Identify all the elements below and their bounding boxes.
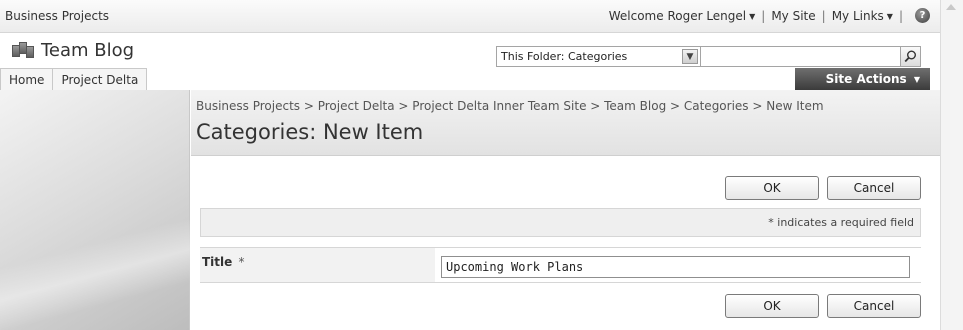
- scroll-up-arrow-icon[interactable]: [946, 4, 956, 10]
- my-site-link[interactable]: My Site: [771, 9, 815, 23]
- chevron-down-icon: ▼: [886, 11, 893, 21]
- separator: |: [898, 8, 903, 23]
- welcome-text: Welcome Roger Lengel: [608, 8, 747, 23]
- required-field-note: * indicates a required field: [200, 208, 921, 237]
- global-site-link[interactable]: Business Projects: [5, 9, 109, 23]
- search-icon[interactable]: [901, 46, 921, 67]
- my-links-menu[interactable]: My Links ▼: [832, 9, 893, 23]
- search-scope-select[interactable]: This Folder: Categories ▼: [496, 46, 701, 67]
- page-title-panel: Business Projects > Project Delta > Proj…: [191, 90, 940, 156]
- breadcrumb[interactable]: Business Projects > Project Delta > Proj…: [196, 99, 824, 113]
- title-area: Team Blog This Folder: Categories ▼: [0, 34, 940, 68]
- help-icon[interactable]: ?: [915, 8, 930, 23]
- sharepoint-page: Business Projects Welcome Roger Lengel ▼ …: [0, 0, 940, 330]
- title-form-row: Title * Upcoming Work Plans: [200, 247, 921, 283]
- separator: |: [821, 8, 826, 23]
- site-actions-label: Site Actions: [825, 72, 907, 86]
- title-input[interactable]: Upcoming Work Plans: [441, 256, 910, 278]
- global-navigation-bar: Business Projects Welcome Roger Lengel ▼ …: [0, 0, 940, 33]
- decorative-sheen: [0, 220, 190, 330]
- nav-tabs: Home Project Delta: [0, 68, 148, 90]
- ok-button-bottom[interactable]: OK: [725, 294, 819, 318]
- vertical-scrollbar[interactable]: [940, 0, 963, 330]
- required-asterisk: *: [238, 255, 245, 269]
- left-navigation-pane: [0, 90, 190, 330]
- cancel-button[interactable]: Cancel: [827, 176, 921, 200]
- title-field-label: Title *: [200, 248, 435, 282]
- ok-button[interactable]: OK: [725, 176, 819, 200]
- search-scope-value: This Folder: Categories: [501, 50, 628, 63]
- search-box: This Folder: Categories ▼: [496, 46, 921, 67]
- form-content: OK Cancel * indicates a required field T…: [191, 157, 940, 330]
- chevron-down-icon: ▼: [913, 75, 920, 84]
- site-actions-menu[interactable]: Site Actions ▼: [795, 68, 930, 90]
- page-title: Categories: New Item: [196, 120, 424, 144]
- search-input[interactable]: [701, 46, 901, 67]
- site-title[interactable]: Team Blog: [41, 40, 134, 61]
- chevron-down-icon: ▼: [749, 11, 756, 21]
- tab-project-delta[interactable]: Project Delta: [53, 68, 148, 90]
- cancel-button-bottom[interactable]: Cancel: [827, 294, 921, 318]
- user-links: Welcome Roger Lengel ▼ | My Site | My Lin…: [609, 8, 930, 23]
- site-logo-icon: [12, 42, 36, 60]
- tab-home[interactable]: Home: [0, 68, 54, 90]
- title-label-text: Title: [202, 255, 233, 269]
- my-links-text: My Links: [831, 8, 884, 23]
- welcome-menu[interactable]: Welcome Roger Lengel ▼: [609, 9, 756, 23]
- separator: |: [761, 8, 766, 23]
- top-navigation: Home Project Delta Site Actions ▼: [0, 68, 940, 90]
- chevron-down-icon[interactable]: ▼: [682, 49, 698, 64]
